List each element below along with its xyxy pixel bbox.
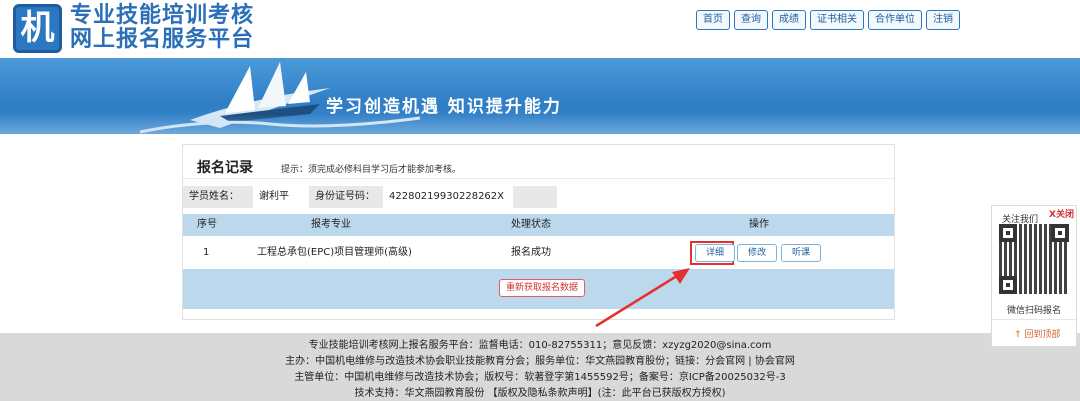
back-to-top-label: 回到顶部 [1024,330,1061,340]
nav-partners[interactable]: 合作单位 [868,10,922,30]
arrow-up-icon: ↑ [1014,330,1022,340]
nav-logout[interactable]: 注销 [926,10,960,30]
footer-line-authority: 主管单位：中国机电维修与改造技术协会；版权号：软著登字第1455592号；备案号… [294,372,786,383]
qr-caption: 微信扫码报名 [1006,306,1061,316]
student-name-label: 学员姓名： [183,186,253,208]
site-header: 机 专业技能培训考核 网上报名服务平台 首页 查询 成绩 证书相关 合作单位 注… [0,0,1080,58]
nav-home[interactable]: 首页 [696,10,730,30]
footer-line-contact: 专业技能培训考核网上报名服务平台：监督电话：010-82755311；意见反馈：… [308,340,772,351]
qr-side-panel: 关注我们 X关闭 微信扫码报名 ↑ 回到顶部 [991,205,1077,347]
qr-corner-icon [1051,224,1069,242]
table-row: 1 工程总承包(EPC)项目管理师(高级) 报名成功 详细 修改 听课 [183,236,894,269]
footer-line-organizer: 主办：中国机电维修与改造技术协会职业技能教育分会；服务单位：华文燕园教育股份；链… [285,356,795,367]
row-status: 报名成功 [511,247,551,258]
row-major: 工程总承包(EPC)项目管理师(高级) [257,247,412,258]
nav-query[interactable]: 查询 [734,10,768,30]
annotation-arrow-icon [595,268,690,328]
footer-line-support: 技术支持：华文燕园教育股份 【版权及隐私条款声明】(注：此平台已获版权方授权) [354,388,726,399]
nav-scores[interactable]: 成绩 [772,10,806,30]
refresh-data-button[interactable]: 重新获取报名数据 [499,279,586,297]
site-footer: 专业技能培训考核网上报名服务平台：监督电话：010-82755311；意见反馈：… [0,333,1080,401]
col-no: 序号 [197,219,217,230]
qr-divider [992,319,1076,320]
student-id-value: 42280219930228262X [389,191,505,202]
banner-slogan: 学习创造机遇 知识提升能力 [326,97,562,117]
qr-code-icon [999,224,1069,294]
site-title[interactable]: 专业技能培训考核 网上报名服务平台 [70,4,254,52]
edit-button[interactable]: 修改 [737,244,778,262]
card-hint: 提示：须完成必修科目学习后才能参加考核。 [281,165,462,175]
logo-icon[interactable]: 机 [13,4,62,53]
col-status: 处理状态 [511,219,551,230]
detail-button[interactable]: 详细 [695,244,736,262]
registration-card: 报名记录 提示：须完成必修科目学习后才能参加考核。 学员姓名： 谢利平 身份证号… [182,144,895,320]
card-title: 报名记录 [197,160,253,176]
nav-certificates[interactable]: 证书相关 [810,10,864,30]
table-footer: 重新获取报名数据 [183,269,894,309]
attend-class-button[interactable]: 听课 [781,244,822,262]
table-header: 序号 报考专业 处理状态 操作 [183,214,894,236]
student-info-row: 学员姓名： 谢利平 身份证号码： 42280219930228262X [183,186,894,208]
banner-wave [0,114,1080,134]
qr-corner-icon [999,276,1017,294]
site-title-line2: 网上报名服务平台 [70,27,255,52]
qr-close-button[interactable]: X关闭 [1049,207,1074,220]
col-major: 报考专业 [311,219,351,230]
banner: 学习创造机遇 知识提升能力 [0,58,1080,134]
info-filler [513,186,557,208]
col-actions: 操作 [749,219,769,230]
student-id-label: 身份证号码： [309,186,383,208]
card-header: 报名记录 提示：须完成必修科目学习后才能参加考核。 [183,145,894,179]
back-to-top-button[interactable]: ↑ 回到顶部 [1014,327,1060,340]
student-name-value: 谢利平 [259,191,289,202]
qr-corner-icon [999,224,1017,242]
row-no: 1 [203,247,210,258]
top-nav: 首页 查询 成绩 证书相关 合作单位 注销 [696,10,960,30]
site-title-line1: 专业技能培训考核 [70,3,255,28]
